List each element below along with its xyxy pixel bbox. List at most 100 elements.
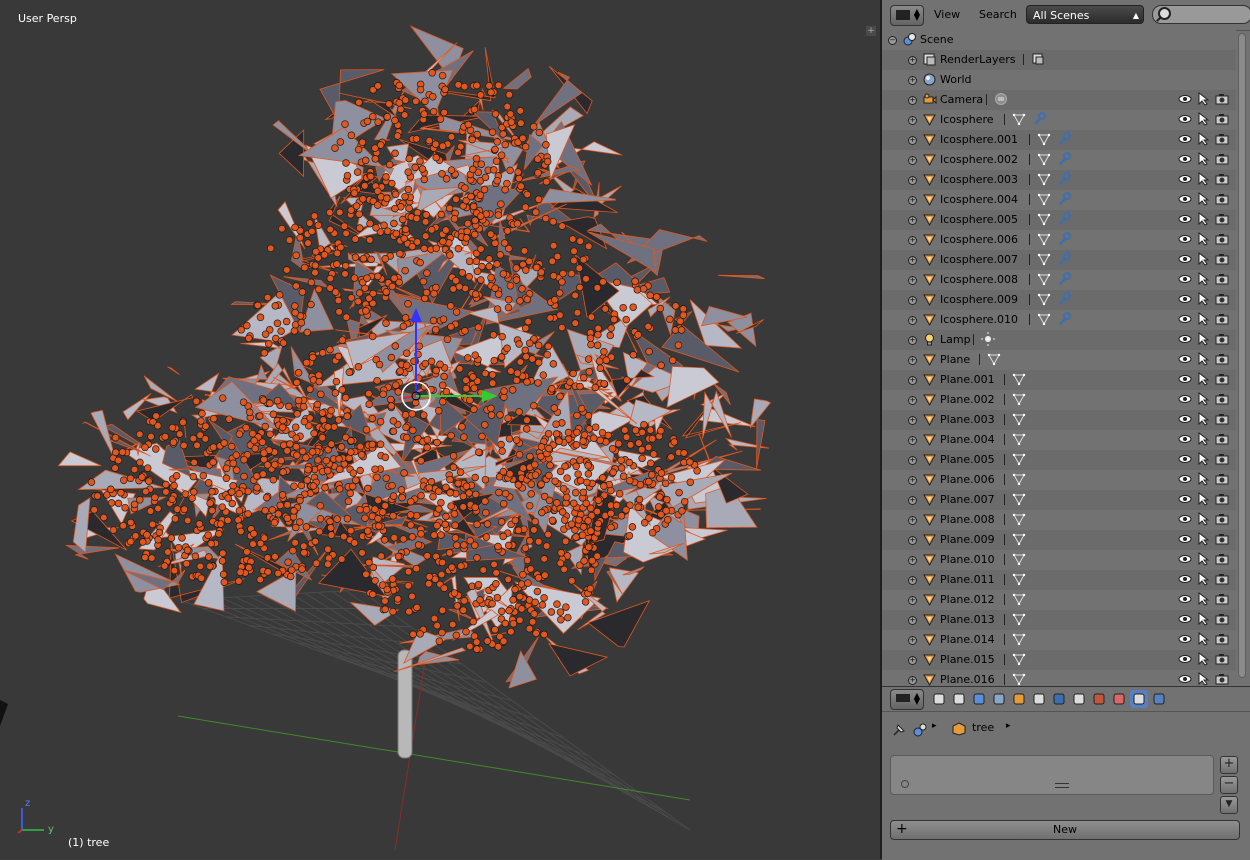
mesh-data-icon[interactable] — [1012, 392, 1026, 406]
cursor-icon[interactable] — [1196, 412, 1210, 426]
wrench-icon[interactable] — [1057, 172, 1071, 186]
expand-icon[interactable]: + — [908, 676, 917, 685]
cursor-icon[interactable] — [1196, 572, 1210, 586]
outliner-row[interactable]: −Scene — [882, 30, 1236, 50]
outliner-item-label[interactable]: Icosphere.006 — [940, 230, 1018, 250]
outliner-item-label[interactable]: Camera — [940, 90, 983, 110]
eye-icon[interactable] — [1178, 372, 1192, 386]
outliner-row[interactable]: +Plane.001 — [882, 370, 1236, 390]
render-camera-icon[interactable] — [1215, 492, 1229, 506]
mesh-data-icon[interactable] — [1037, 292, 1051, 306]
outliner-row[interactable]: +Icosphere.002 — [882, 150, 1236, 170]
render-camera-icon[interactable] — [1215, 652, 1229, 666]
cursor-icon[interactable] — [1196, 552, 1210, 566]
physics-icon[interactable] — [1150, 690, 1168, 708]
eye-icon[interactable] — [1178, 272, 1192, 286]
mesh-data-icon[interactable] — [1012, 552, 1026, 566]
mesh-data-icon[interactable] — [1012, 512, 1026, 526]
expand-icon[interactable]: + — [908, 576, 917, 585]
wrench-icon[interactable] — [1057, 132, 1071, 146]
cursor-icon[interactable] — [1196, 652, 1210, 666]
render-layer-icon[interactable] — [1031, 52, 1045, 66]
expand-icon[interactable]: + — [908, 636, 917, 645]
mesh-data-icon[interactable] — [1037, 152, 1051, 166]
expand-icon[interactable]: + — [908, 96, 917, 105]
outliner-item-label[interactable]: World — [940, 70, 972, 90]
outliner-item-label[interactable]: Plane.003 — [940, 410, 995, 430]
render-camera-icon[interactable] — [1215, 392, 1229, 406]
cursor-icon[interactable] — [1196, 492, 1210, 506]
outliner-item-label[interactable]: Plane.004 — [940, 430, 995, 450]
render-camera-icon[interactable] — [1215, 472, 1229, 486]
mesh-data-icon[interactable] — [1012, 652, 1026, 666]
expand-icon[interactable]: + — [908, 256, 917, 265]
wrench-icon[interactable] — [1057, 232, 1071, 246]
eye-icon[interactable] — [1178, 152, 1192, 166]
eye-icon[interactable] — [1178, 392, 1192, 406]
render-camera-icon[interactable] — [1215, 372, 1229, 386]
editor-type-button[interactable]: ▲▼ — [890, 5, 924, 26]
eye-icon[interactable] — [1178, 552, 1192, 566]
cursor-icon[interactable] — [1196, 452, 1210, 466]
lamp-data-icon[interactable] — [981, 332, 995, 346]
cursor-icon[interactable] — [1196, 512, 1210, 526]
outliner-item-label[interactable]: Plane.002 — [940, 390, 995, 410]
outliner-item-label[interactable]: Plane.009 — [940, 530, 995, 550]
outliner-row[interactable]: +Icosphere.005 — [882, 210, 1236, 230]
expand-icon[interactable]: + — [908, 596, 917, 605]
render-camera-icon[interactable] — [1215, 432, 1229, 446]
expand-icon[interactable]: + — [908, 296, 917, 305]
render-camera-icon[interactable] — [1215, 152, 1229, 166]
mesh-data-icon[interactable] — [1037, 132, 1051, 146]
cursor-icon[interactable] — [1196, 432, 1210, 446]
mesh-data-icon[interactable] — [1012, 672, 1026, 686]
render-camera-icon[interactable] — [1215, 332, 1229, 346]
mesh-data-icon[interactable] — [1012, 632, 1026, 646]
cursor-icon[interactable] — [1196, 332, 1210, 346]
eye-icon[interactable] — [1178, 512, 1192, 526]
eye-icon[interactable] — [1178, 492, 1192, 506]
cursor-icon[interactable] — [1196, 312, 1210, 326]
expand-icon[interactable]: + — [908, 416, 917, 425]
expand-icon[interactable]: + — [908, 196, 917, 205]
outliner-item-label[interactable]: Icosphere.004 — [940, 190, 1018, 210]
cursor-icon[interactable] — [1196, 372, 1210, 386]
cursor-icon[interactable] — [1196, 632, 1210, 646]
outliner-row[interactable]: +Icosphere.010 — [882, 310, 1236, 330]
cursor-icon[interactable] — [1196, 152, 1210, 166]
wrench-icon[interactable] — [1057, 312, 1071, 326]
cursor-icon[interactable] — [1196, 252, 1210, 266]
eye-icon[interactable] — [1178, 432, 1192, 446]
cursor-icon[interactable] — [1196, 592, 1210, 606]
mesh-data-icon[interactable] — [1037, 272, 1051, 286]
expand-icon[interactable]: + — [908, 316, 917, 325]
cursor-icon[interactable] — [1196, 232, 1210, 246]
outliner-item-label[interactable]: Plane.015 — [940, 650, 995, 670]
outliner-item-label[interactable]: Plane.011 — [940, 570, 995, 590]
outliner-row[interactable]: +RenderLayers — [882, 50, 1236, 70]
eye-icon[interactable] — [1178, 672, 1192, 686]
outliner-row[interactable]: +Plane.007 — [882, 490, 1236, 510]
render-camera-icon[interactable] — [1215, 592, 1229, 606]
outliner-row[interactable]: +Icosphere.007 — [882, 250, 1236, 270]
object-icon[interactable] — [1010, 690, 1028, 708]
outliner-item-label[interactable]: Plane.008 — [940, 510, 995, 530]
outliner-row[interactable]: + Camera — [882, 90, 1236, 110]
expand-icon[interactable]: + — [908, 496, 917, 505]
wrench-icon[interactable] — [1057, 192, 1071, 206]
render-camera-icon[interactable] — [1215, 572, 1229, 586]
render-camera-icon[interactable] — [1215, 272, 1229, 286]
render-camera-icon[interactable] — [1215, 112, 1229, 126]
expand-icon[interactable]: + — [908, 536, 917, 545]
cursor-icon[interactable] — [1196, 132, 1210, 146]
mesh-data-icon[interactable] — [1037, 312, 1051, 326]
menu-search[interactable]: Search — [979, 8, 1017, 21]
outliner-item-label[interactable]: Icosphere.003 — [940, 170, 1018, 190]
cursor-icon[interactable] — [1196, 112, 1210, 126]
outliner-row[interactable]: +Plane.016 — [882, 670, 1236, 686]
cursor-icon[interactable] — [1196, 612, 1210, 626]
outliner-row[interactable]: +Icosphere — [882, 110, 1236, 130]
eye-icon[interactable] — [1178, 612, 1192, 626]
eye-icon[interactable] — [1178, 92, 1192, 106]
outliner-row[interactable]: +Icosphere.008 — [882, 270, 1236, 290]
